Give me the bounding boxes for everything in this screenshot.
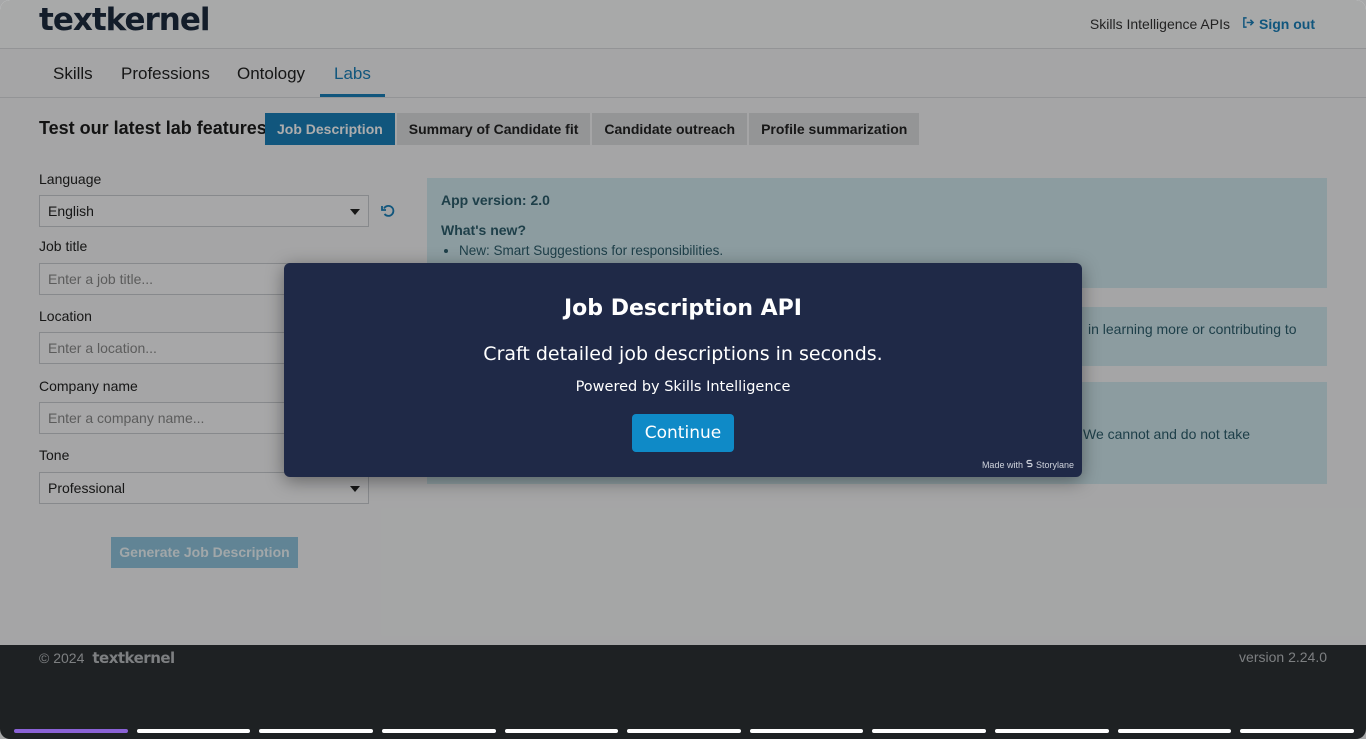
progress-segment[interactable] — [14, 729, 128, 733]
progress-segment[interactable] — [627, 729, 741, 733]
modal-powered-by: Powered by Skills Intelligence — [575, 379, 791, 395]
made-with-label: Made with — [981, 460, 1023, 470]
modal-subtitle: Craft detailed job descriptions in secon… — [483, 343, 883, 365]
intro-modal: Job Description API Craft detailed job d… — [284, 263, 1082, 477]
app-frame: textkernel Skills Intelligence APIs Sign… — [0, 0, 1366, 739]
storylane-icon — [1026, 459, 1033, 471]
progress-segment[interactable] — [749, 729, 864, 733]
progress-segment[interactable] — [259, 729, 373, 733]
progress-segment[interactable] — [872, 729, 987, 733]
progress-segment[interactable] — [381, 729, 496, 733]
progress-segment[interactable] — [504, 729, 619, 733]
made-with-storylane[interactable]: Made with Storylane — [982, 459, 1074, 471]
progress-segment[interactable] — [995, 729, 1109, 733]
storylane-brand: Storylane — [1035, 460, 1074, 470]
progress-segment[interactable] — [1240, 729, 1355, 733]
progress-segment[interactable] — [136, 729, 251, 733]
modal-title: Job Description API — [564, 296, 802, 321]
progress-segment[interactable] — [1117, 729, 1232, 733]
tour-progress — [14, 729, 1355, 734]
continue-button[interactable]: Continue — [632, 414, 734, 452]
